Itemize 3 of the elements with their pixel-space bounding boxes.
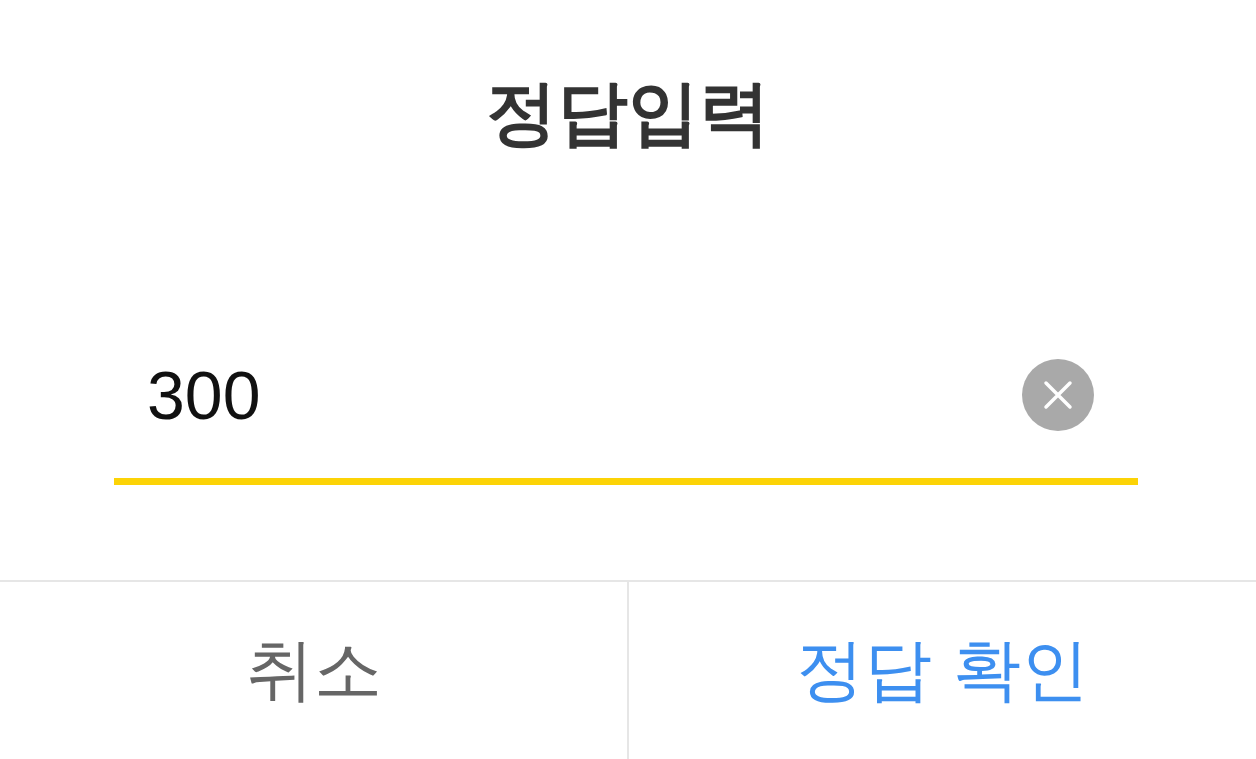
- clear-icon[interactable]: [1022, 359, 1094, 431]
- answer-field[interactable]: 300: [147, 355, 1022, 435]
- dialog-title: 정답입력: [486, 74, 770, 153]
